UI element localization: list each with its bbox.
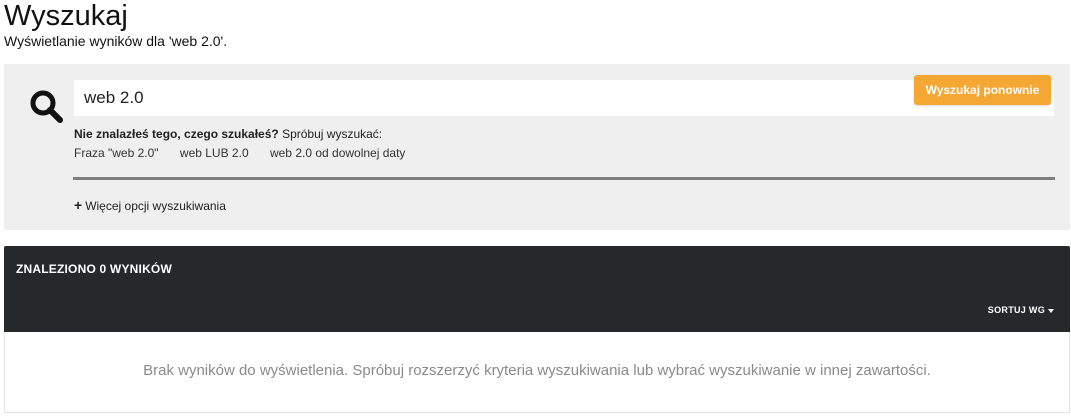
search-panel: Wyszukaj ponownie Nie znalazłeś tego, cz… <box>4 64 1070 230</box>
no-results-message: Brak wyników do wyświetlenia. Spróbuj ro… <box>143 362 931 379</box>
sort-by-label: SORTUJ WG <box>987 305 1045 315</box>
suggestion-links: Fraza "web 2.0" web LUB 2.0 web 2.0 od d… <box>74 146 423 160</box>
suggestion-link-any-date[interactable]: web 2.0 od dowolnej daty <box>270 146 405 160</box>
sort-by-dropdown[interactable]: SORTUJ WG <box>988 305 1054 315</box>
caret-down-icon <box>1048 308 1054 313</box>
suggestion-prompt-bold: Nie znalazłeś tego, czego szukałeś? <box>74 127 279 141</box>
divider <box>73 177 1055 180</box>
suggestion-link-or[interactable]: web LUB 2.0 <box>180 146 249 160</box>
more-search-options-toggle[interactable]: + Więcej opcji wyszukiwania <box>74 197 226 213</box>
search-suggestion-prompt: Nie znalazłeś tego, czego szukałeś? Spró… <box>74 127 382 141</box>
results-count: ZNALEZIONO 0 WYNIKÓW <box>16 262 172 276</box>
results-body: Brak wyników do wyświetlenia. Spróbuj ro… <box>4 332 1070 413</box>
suggestion-link-phrase[interactable]: Fraza "web 2.0" <box>74 146 159 160</box>
suggestion-prompt-text: Spróbuj wyszukać: <box>278 127 383 141</box>
page-subtitle: Wyświetlanie wyników dla 'web 2.0'. <box>4 33 228 49</box>
search-again-button[interactable]: Wyszukaj ponownie <box>914 75 1051 105</box>
page-title: Wyszukaj <box>4 0 128 32</box>
search-icon <box>28 88 68 128</box>
more-options-label: Więcej opcji wyszukiwania <box>85 199 226 213</box>
plus-icon: + <box>74 197 83 213</box>
results-header: ZNALEZIONO 0 WYNIKÓW SORTUJ WG <box>4 246 1070 332</box>
search-input[interactable] <box>74 80 1054 116</box>
